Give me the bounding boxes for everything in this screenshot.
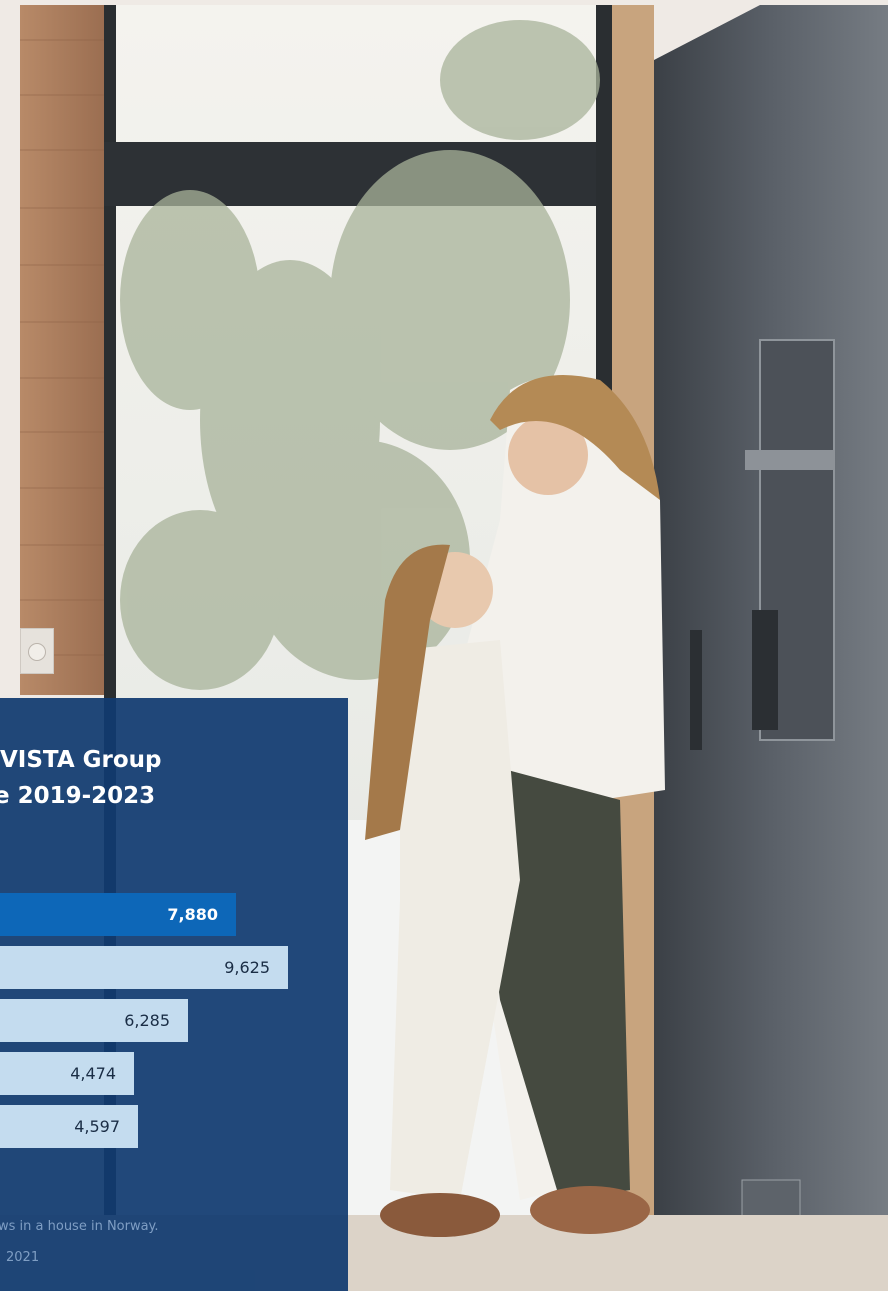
bar-chart: 7,880 9,625 6,285 4,474 4,597 (0, 893, 348, 1153)
switch-knob (28, 643, 46, 661)
photo-caption-year: 2021 (6, 1250, 40, 1265)
photo-caption: ws in a house in Norway. (0, 1219, 159, 1234)
chart-bar-label: 4,597 (74, 1117, 120, 1136)
chart-bar: 7,880 (0, 893, 236, 936)
chart-bar: 4,597 (0, 1105, 138, 1148)
chart-bar-label: 7,880 (167, 905, 218, 924)
chart-bar: 6,285 (0, 999, 188, 1042)
panel-title-line-1: VISTA Group (0, 747, 162, 773)
chart-bar: 9,625 (0, 946, 288, 989)
chart-bar-label: 4,474 (70, 1064, 116, 1083)
panel-title-line-2: e 2019-2023 (0, 783, 156, 809)
panel-title: VISTA Group e 2019-2023 (0, 742, 162, 814)
wall-switch (20, 628, 54, 674)
chart-bar-label: 6,285 (124, 1011, 170, 1030)
chart-panel: VISTA Group e 2019-2023 7,880 9,625 6,285 4… (0, 698, 348, 1291)
chart-bar-label: 9,625 (224, 958, 270, 977)
chart-bar: 4,474 (0, 1052, 134, 1095)
